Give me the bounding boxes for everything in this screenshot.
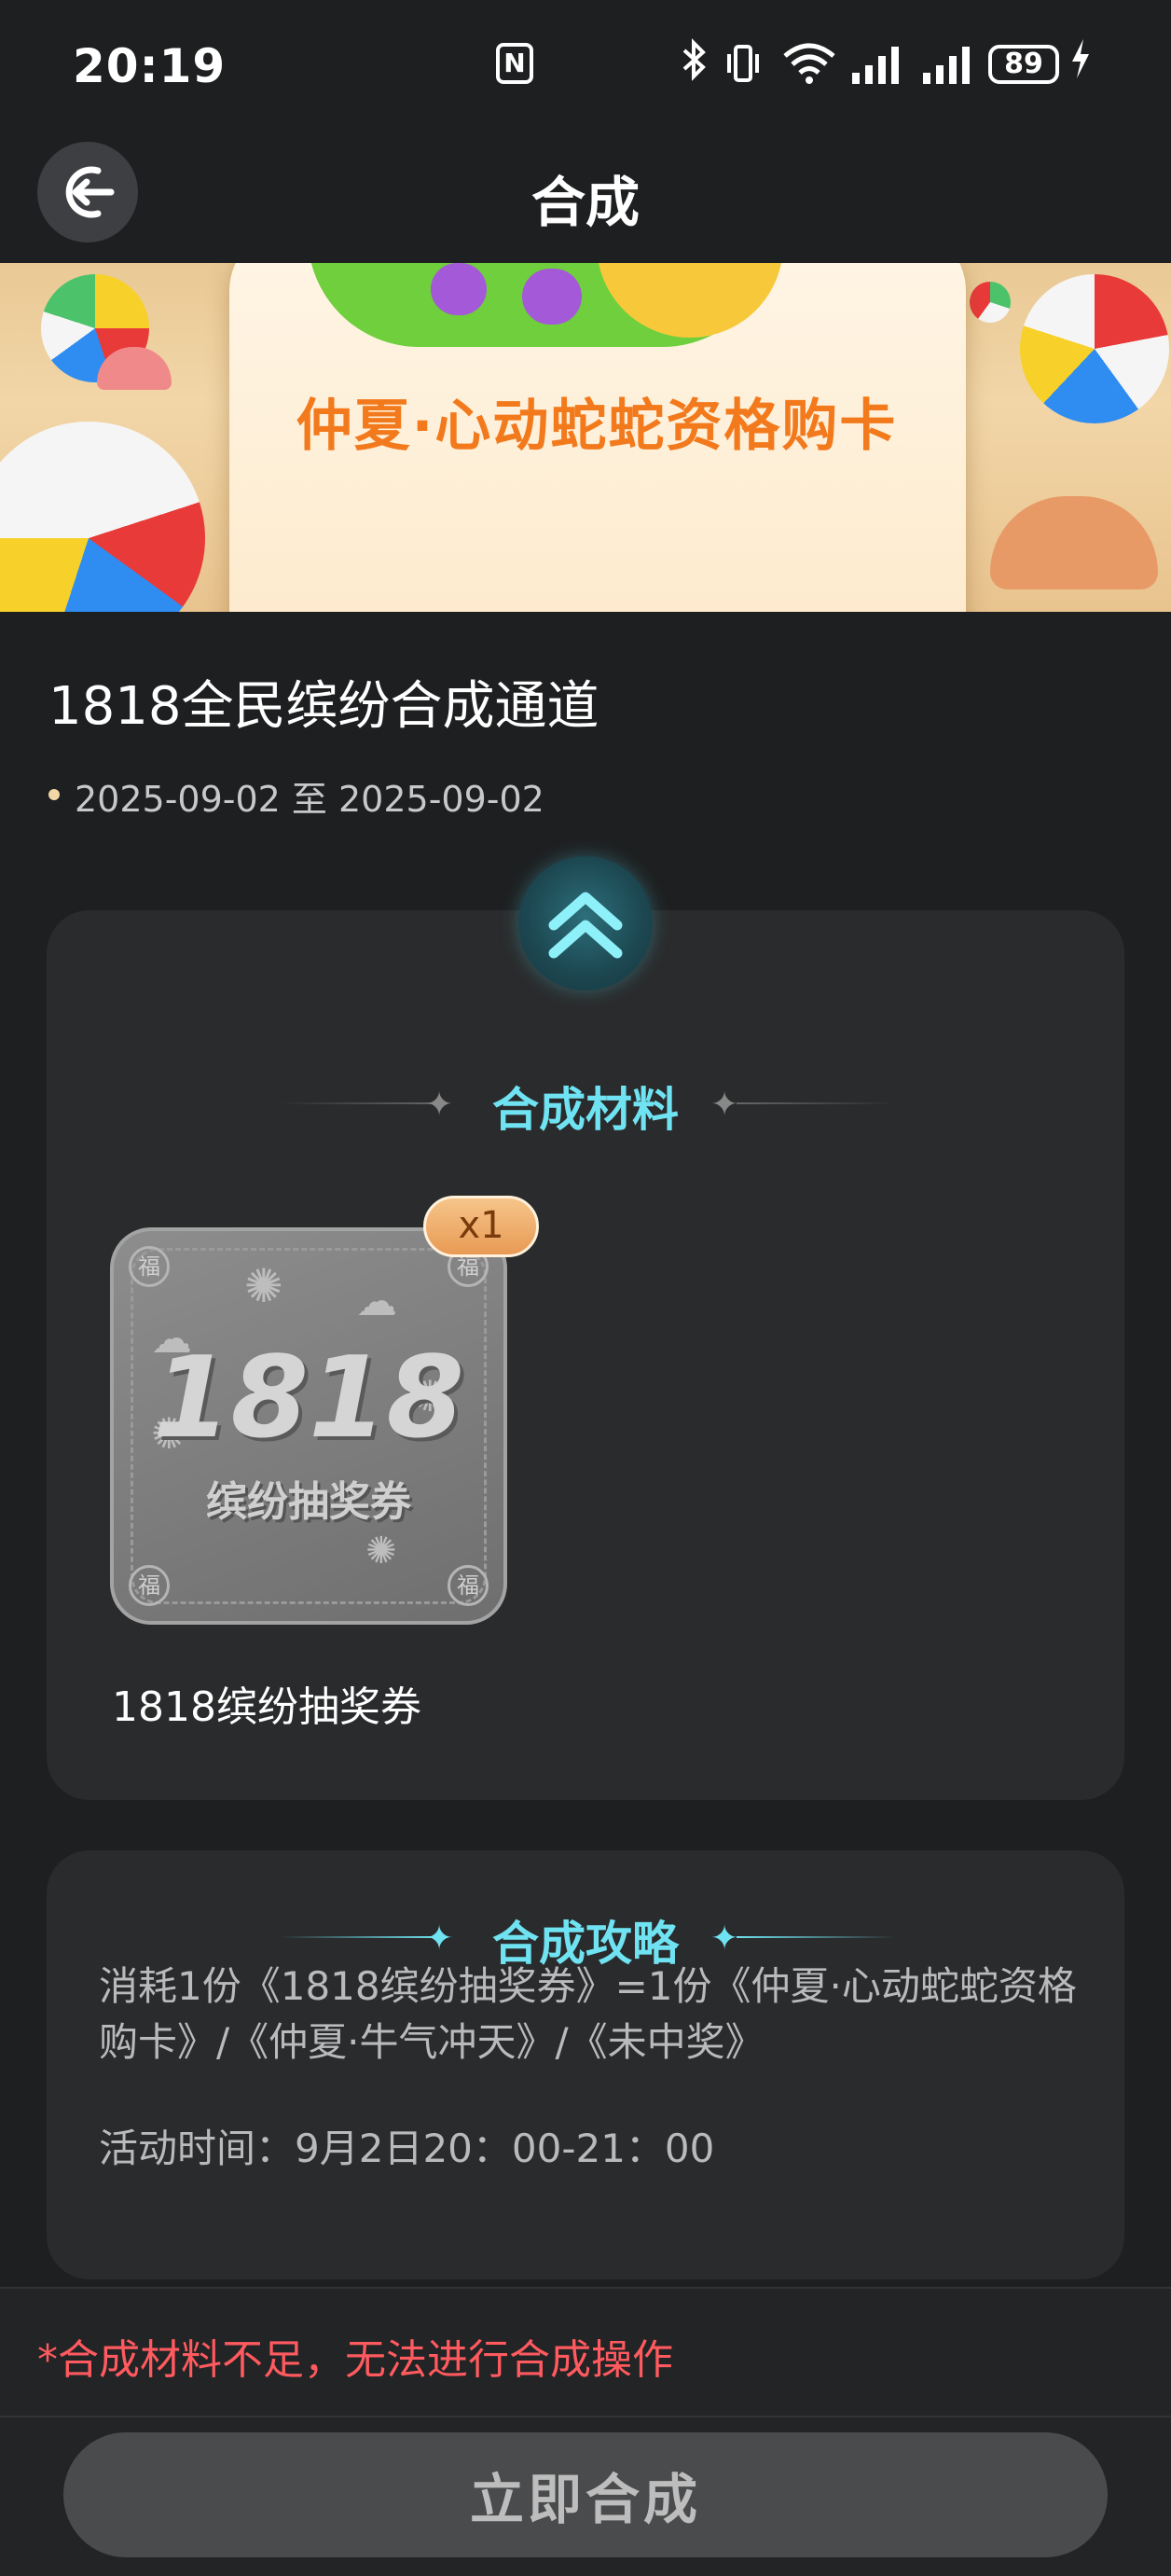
sparkle-icon: ✦ [710,1919,739,1958]
date-bullet [48,789,60,800]
quantity-badge: x1 [423,1196,539,1257]
beach-ball-image [970,282,1011,323]
battery-icon: 89 [988,45,1059,84]
nfc-icon: N [496,43,533,84]
signal-icon [921,45,977,84]
ticket-number: 1818 [153,1334,464,1463]
vibrate-icon [727,43,759,84]
synthesis-arrow-badge [518,856,653,990]
synthesize-now-button[interactable]: 立即合成 [63,2432,1108,2557]
bluetooth-icon [681,37,709,92]
fu-seal-icon: 福 [129,1565,170,1606]
signal-icon [850,45,906,84]
sparkle-icon: ✦ [710,1086,739,1124]
shell-image [990,496,1158,589]
activity-title: 1818全民缤纷合成通道 [48,676,599,737]
dot-pattern [431,263,487,315]
status-time: 20:19 [73,39,227,93]
charging-icon [1068,37,1093,90]
material-item-name: 1818缤纷抽奖券 [112,1683,421,1731]
material-item-image[interactable]: 福 福 福 福 ✺ ✺ ✺ ✺ ☁ ☁ 1818 缤纷抽奖券 [110,1227,507,1625]
ticket-label: 缤纷抽奖券 [206,1478,411,1526]
firework-icon: ✺ [244,1259,283,1313]
firework-icon: ✺ [365,1530,397,1572]
beach-ball-image [0,422,205,612]
double-chevron-up-icon [548,892,623,959]
promo-banner[interactable]: 仲夏·心动蛇蛇资格购卡 [0,263,1171,612]
section-divider-right [737,1936,895,1938]
banner-title: 仲夏·心动蛇蛇资格购卡 [296,394,898,459]
page-title: 合成 [530,171,640,234]
dot-pattern [522,269,582,325]
activity-date-range: 2025-09-02 至 2025-09-02 [75,779,544,820]
materials-section-title: 合成材料 [492,1083,679,1137]
wifi-icon [781,41,837,84]
cloud-icon: ☁ [356,1278,397,1325]
footer-divider [0,2416,1171,2417]
fu-seal-icon: 福 [129,1246,170,1287]
strategy-description: 消耗1份《1818缤纷抽奖券》=1份《仲夏·心动蛇蛇资格购卡》/《仲夏·牛气冲天… [99,1963,1077,2065]
fu-seal-icon: 福 [448,1565,489,1606]
activity-time: 活动时间：9月2日20：00-21：00 [99,2126,715,2171]
section-divider-right [737,1102,895,1104]
insufficient-material-warning: *合成材料不足，无法进行合成操作 [37,2336,673,2384]
beach-ball-image [1020,274,1169,423]
